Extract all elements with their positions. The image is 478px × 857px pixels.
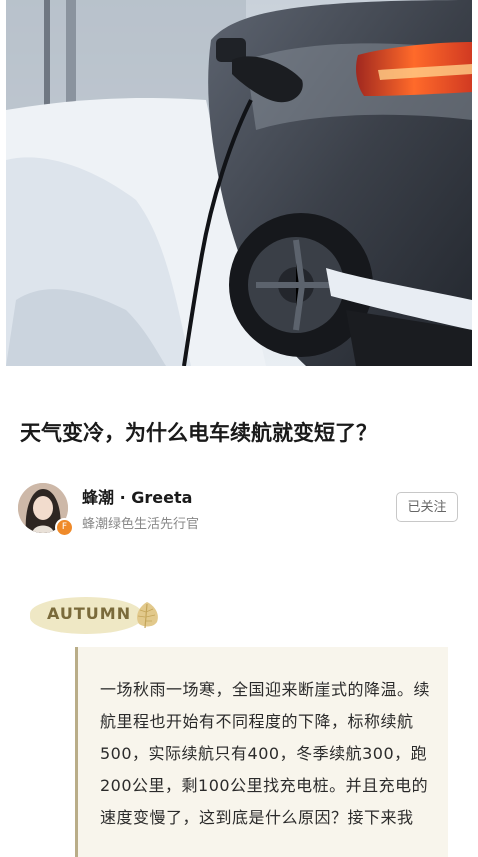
section-tag: AUTUMN [47, 604, 132, 623]
creator-badge: F [55, 518, 74, 537]
intro-paragraph: 一场秋雨一场寒，全国迎来断崖式的降温。续航里程也开始有不同程度的下降，标称续航5… [100, 680, 431, 827]
author-subtitle: 蜂潮绿色生活先行官 [82, 517, 200, 532]
ev-charging-snow-photo [6, 0, 472, 366]
hero-image [6, 0, 472, 366]
article-title: 天气变冷，为什么电车续航就变短了？ [20, 421, 377, 445]
leaf-icon [137, 602, 158, 629]
follow-button[interactable]: 已关注 [396, 492, 458, 522]
author-name[interactable]: 蜂潮 · Greeta [82, 484, 192, 508]
